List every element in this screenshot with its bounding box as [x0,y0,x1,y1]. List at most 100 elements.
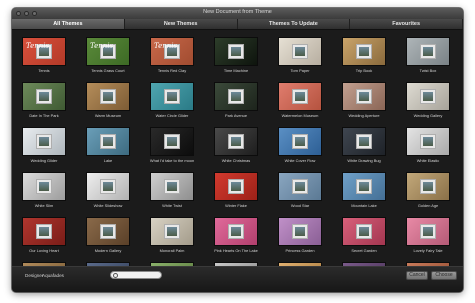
theme-thumbnail [86,172,130,201]
theme-label: Wedding Aperture [348,113,380,118]
theme-thumbnail [86,217,130,246]
theme-item[interactable]: White Drawing Bug [336,127,400,172]
photo-frame-image [419,178,437,195]
theme-item[interactable]: What I'd take to the moon [144,127,208,172]
theme-label: White Twist [162,203,182,208]
theme-item[interactable]: Wedding Glider [16,127,80,172]
theme-label: Trip Book [355,68,373,73]
theme-thumbnail [406,172,450,201]
theme-label: White Slideshow [93,203,123,208]
tab-favourites[interactable]: Favourites [350,19,463,29]
theme-item[interactable]: White Twist [144,172,208,217]
photo-frame-image [355,223,373,240]
photo-frame-image [355,178,373,195]
theme-label: Wedding Glider [30,158,58,163]
theme-item[interactable]: Tennis Tennis [16,37,80,82]
theme-item[interactable]: White Elastic [400,127,463,172]
thumbnail-title: Tennis [154,42,178,50]
theme-label: Water Circle Glider [155,113,189,118]
theme-thumbnail [214,127,258,156]
theme-item[interactable]: White Christmas [208,127,272,172]
photo-frame-image [163,88,181,105]
theme-label: Winter Flake [225,203,247,208]
theme-thumbnail [22,127,66,156]
theme-item[interactable]: Trip Book [336,37,400,82]
theme-item[interactable]: Our Loving Heart [16,217,80,262]
theme-item[interactable]: Wood Star [272,172,336,217]
theme-item[interactable]: Water Circle Glider [144,82,208,127]
theme-item[interactable]: Pink Hearts On The Lake [208,217,272,262]
theme-thumbnail [150,217,194,246]
theme-item[interactable]: White Cover Flow [272,127,336,172]
theme-item[interactable]: Winter Flake [208,172,272,217]
theme-label: Warm Museum [94,113,122,118]
photo-frame-image [291,88,309,105]
theme-label: Mountain Lake [351,203,377,208]
search-icon [113,273,118,278]
choose-button[interactable]: Choose [431,271,457,280]
theme-label: Lake [103,158,113,163]
theme-item[interactable]: Torn Paper [272,37,336,82]
title-bar: New Document from Theme [12,8,463,19]
theme-label: Secret Garden [351,248,377,253]
theme-thumbnail [22,172,66,201]
theme-item[interactable]: Mountain Lake [336,172,400,217]
theme-item[interactable]: Park Avenue [208,82,272,127]
theme-thumbnail [278,127,322,156]
theme-item[interactable]: White Slim [16,172,80,217]
designer-value: Aquafades [42,273,64,278]
theme-item[interactable]: Wedding Aperture [336,82,400,127]
theme-item[interactable]: Lake [80,127,144,172]
photo-frame-image [355,88,373,105]
photo-frame-image [419,133,437,150]
theme-item[interactable]: Modern Gallery [80,217,144,262]
theme-thumbnail [86,127,130,156]
photo-frame-image [163,133,181,150]
theme-item[interactable]: Tennis Tennis Grass Court [80,37,144,82]
theme-item[interactable]: Watermelon Museum [272,82,336,127]
cancel-button[interactable]: Cancel [406,271,428,280]
theme-item[interactable]: Wedding Gallery [400,82,463,127]
theme-item[interactable]: Warm Museum [80,82,144,127]
photo-frame-image [355,133,373,150]
theme-label: Wedding Gallery [413,113,443,118]
theme-thumbnail: Tennis [150,37,194,66]
photo-frame-image [99,88,117,105]
theme-label: Date In The Park [29,113,59,118]
theme-thumbnail: Tennis [22,37,66,66]
theme-item[interactable]: Time Machine [208,37,272,82]
theme-item[interactable]: Twist Box [400,37,463,82]
theme-thumbnail [406,127,450,156]
theme-label: Time Machine [223,68,249,73]
theme-item[interactable]: Monorail Palm [144,217,208,262]
theme-thumbnail [342,217,386,246]
theme-item[interactable]: Lovely Fairy Tale [400,217,463,262]
theme-label: Monorail Palm [159,248,185,253]
tab-all-themes[interactable]: All Themes [12,19,125,29]
theme-label: Princess Garden [285,248,315,253]
theme-label: Our Loving Heart [29,248,59,253]
tab-themes-to-update[interactable]: Themes To Update [238,19,351,29]
theme-item[interactable]: Tennis Tennis Red Clay [144,37,208,82]
theme-item[interactable]: Date In The Park [16,82,80,127]
photo-frame-image [291,178,309,195]
theme-item[interactable]: White Slideshow [80,172,144,217]
photo-frame-image [35,88,53,105]
theme-thumbnail: Tennis [86,37,130,66]
theme-item[interactable]: Golden Age [400,172,463,217]
theme-label: White Drawing Bug [347,158,381,163]
tab-new-themes[interactable]: New Themes [125,19,238,29]
theme-label: Wood Star [290,203,310,208]
theme-label: What I'd take to the moon [149,158,195,163]
theme-thumbnail [22,217,66,246]
window-title: New Document from Theme [203,9,272,15]
theme-tabs: All Themes New Themes Themes To Update Favo… [12,19,463,30]
theme-label: Modern Gallery [94,248,122,253]
theme-label: Torn Paper [290,68,310,73]
theme-item[interactable]: Secret Garden [336,217,400,262]
theme-item[interactable]: Princess Garden [272,217,336,262]
photo-frame-image [227,88,245,105]
search-input[interactable] [110,271,162,279]
theme-thumbnail [342,127,386,156]
photo-frame-image [227,178,245,195]
